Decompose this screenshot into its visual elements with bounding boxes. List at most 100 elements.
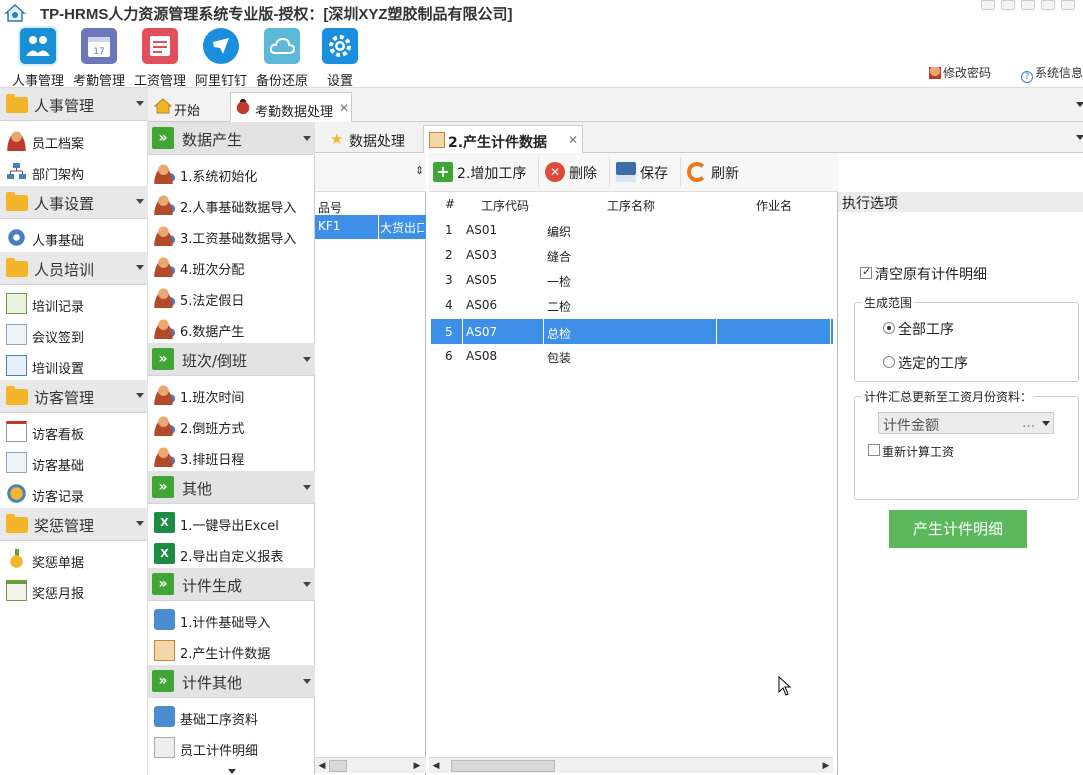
refresh-button[interactable]: 刷新 bbox=[683, 153, 749, 191]
sidebar-item-generate-piece-data[interactable]: 2.产生计件数据 bbox=[148, 635, 296, 666]
person-icon bbox=[154, 225, 175, 246]
sidebar-group-hr-settings[interactable]: 人事设置 bbox=[0, 186, 148, 219]
sidebar-item-rotation-mode[interactable]: 2.倒班方式 bbox=[148, 410, 296, 441]
tab-menu-icon[interactable] bbox=[1076, 135, 1083, 140]
sidebar-item-holidays[interactable]: 5.法定假日 bbox=[148, 282, 296, 313]
table-row-selected[interactable]: 5 AS07 总检 bbox=[431, 319, 833, 344]
table-row[interactable]: 4 AS06 二检 bbox=[431, 292, 833, 317]
person-icon bbox=[154, 446, 175, 467]
help-button[interactable] bbox=[1001, 0, 1015, 10]
sidebar-item-payroll-data-import[interactable]: 3.工资基础数据导入 bbox=[148, 220, 296, 251]
table-row[interactable]: 2 AS03 缝合 bbox=[431, 242, 833, 267]
scroll-thumb[interactable] bbox=[329, 760, 347, 772]
change-password-link[interactable]: 修改密码 bbox=[929, 64, 991, 81]
sidebar-item-visitor-basics[interactable]: 访客基础 bbox=[0, 447, 148, 478]
tab-home[interactable]: 开始 bbox=[150, 92, 230, 122]
close-icon[interactable]: ✕ bbox=[339, 101, 349, 115]
module-payroll[interactable]: 工资管理 bbox=[129, 26, 191, 89]
payroll-icon bbox=[142, 28, 178, 64]
module-backup[interactable]: 备份还原 bbox=[251, 26, 313, 89]
scroll-thumb[interactable] bbox=[451, 760, 555, 772]
sidebar-item-system-init[interactable]: 1.系统初始化 bbox=[148, 158, 296, 189]
sidebar-group-hr[interactable]: 人事管理 bbox=[0, 88, 148, 121]
mouse-cursor-icon bbox=[778, 675, 792, 696]
sidebar-item-shift-time[interactable]: 1.班次时间 bbox=[148, 379, 296, 410]
sidebar-item-employee-files[interactable]: 员工档案 bbox=[0, 125, 148, 156]
sidebar-group-training[interactable]: 人员培训 bbox=[0, 252, 148, 285]
sidebar-group-piece-generation[interactable]: » 计件生成 bbox=[148, 568, 315, 601]
tab-menu-icon[interactable] bbox=[1076, 102, 1083, 107]
person-icon bbox=[154, 415, 175, 436]
grid-hscrollbar[interactable]: ◀ ▶ bbox=[429, 757, 833, 773]
scroll-left-icon[interactable]: ◀ bbox=[429, 758, 443, 774]
gear-icon bbox=[6, 227, 27, 248]
person-icon bbox=[154, 256, 175, 277]
inner-tab-bar: ★ 数据处理 2.产生计件数据 ✕ bbox=[315, 122, 1083, 153]
module-dingtalk[interactable]: 阿里钉钉 bbox=[190, 26, 252, 89]
table-row[interactable]: 6 AS08 包装 bbox=[431, 343, 833, 368]
recalc-checkbox[interactable] bbox=[868, 444, 880, 456]
sidebar-group-other[interactable]: » 其他 bbox=[148, 471, 315, 504]
product-row[interactable]: KF1 大货出口 bbox=[315, 215, 426, 239]
grid-header: # 工序代码 工序名称 作业名 bbox=[429, 192, 838, 216]
product-hscrollbar[interactable]: ◀ ▶ bbox=[315, 757, 426, 773]
module-hr[interactable]: 人事管理 bbox=[7, 26, 69, 89]
table-row[interactable]: 3 AS05 一检 bbox=[431, 267, 833, 292]
sidebar-item-export-excel[interactable]: X 1.一键导出Excel bbox=[148, 507, 296, 538]
sidebar-group-piece-other[interactable]: » 计件其他 bbox=[148, 665, 315, 698]
scroll-down-icon[interactable] bbox=[228, 769, 236, 774]
sidebar-item-training-settings[interactable]: 培训设置 bbox=[0, 350, 148, 381]
summary-select[interactable]: 计件金额 ... bbox=[878, 412, 1054, 434]
sidebar-item-process-basics[interactable]: 基础工序资料 bbox=[148, 701, 296, 732]
chevron-down-icon bbox=[136, 393, 144, 398]
sidebar-item-hr-basics[interactable]: 人事基础 bbox=[0, 222, 148, 253]
range-selected-radio[interactable] bbox=[883, 356, 895, 368]
sidebar-item-reward-docs[interactable]: 奖惩单据 bbox=[0, 544, 148, 575]
close-icon[interactable]: ✕ bbox=[568, 133, 578, 147]
scroll-right-icon[interactable]: ▶ bbox=[410, 758, 424, 774]
clear-existing-checkbox[interactable] bbox=[860, 265, 872, 279]
sidebar-item-employee-piece-details[interactable]: 员工计件明细 bbox=[148, 732, 296, 763]
scroll-left-icon[interactable]: ◀ bbox=[315, 758, 329, 774]
menu-button[interactable] bbox=[1021, 0, 1035, 10]
sidebar-item-reward-monthly[interactable]: 奖惩月报 bbox=[0, 575, 148, 606]
module-settings[interactable]: 设置 bbox=[309, 26, 371, 89]
sidebar-item-hr-data-import[interactable]: 2.人事基础数据导入 bbox=[148, 189, 296, 220]
sidebar-item-visitor-records[interactable]: 访客记录 bbox=[0, 478, 148, 509]
scroll-right-icon[interactable]: ▶ bbox=[819, 758, 833, 774]
sidebar-group-visitors[interactable]: 访客管理 bbox=[0, 380, 148, 413]
sidebar-item-visitor-board[interactable]: 访客看板 bbox=[0, 416, 148, 447]
maximize-button[interactable] bbox=[1061, 0, 1075, 10]
double-chevron-icon: » bbox=[152, 573, 174, 595]
range-all-radio[interactable] bbox=[883, 322, 895, 334]
sidebar-item-piece-basic-import[interactable]: 1.计件基础导入 bbox=[148, 604, 296, 635]
delete-icon: ✕ bbox=[545, 162, 565, 182]
sidebar-item-shift-schedule[interactable]: 3.排班日程 bbox=[148, 441, 296, 472]
tab-attendance-processing[interactable]: 考勤数据处理 ✕ bbox=[230, 92, 352, 122]
sidebar-item-department[interactable]: 部门架构 bbox=[0, 156, 148, 187]
tab-data-processing[interactable]: ★ 数据处理 bbox=[325, 125, 425, 153]
save-button[interactable]: 保存 bbox=[612, 153, 678, 191]
sidebar-item-data-generation[interactable]: 6.数据产生 bbox=[148, 313, 296, 344]
sidebar-group-rewards[interactable]: 奖惩管理 bbox=[0, 508, 148, 541]
sidebar-group-data-generation[interactable]: » 数据产生 bbox=[148, 122, 315, 155]
chevron-down-icon bbox=[303, 582, 311, 587]
minimize-button[interactable] bbox=[1041, 0, 1055, 10]
delete-button[interactable]: ✕ 删除 bbox=[541, 153, 607, 191]
sidebar-item-meeting-signin[interactable]: 会议签到 bbox=[0, 319, 148, 350]
visitor-basics-icon bbox=[6, 452, 27, 473]
add-process-button[interactable]: + 2.增加工序 bbox=[429, 153, 537, 191]
sidebar-item-training-records[interactable]: 培训记录 bbox=[0, 288, 148, 319]
folder-icon bbox=[6, 258, 28, 277]
sidebar-item-shift-assignment[interactable]: 4.班次分配 bbox=[148, 251, 296, 282]
medal-icon bbox=[6, 549, 27, 570]
sidebar-group-shifts[interactable]: » 班次/倒班 bbox=[148, 343, 315, 376]
system-info-link[interactable]: ? 系统信息 bbox=[1021, 64, 1083, 83]
tab-generate-piece-data[interactable]: 2.产生计件数据 ✕ bbox=[423, 125, 583, 153]
sort-icon[interactable]: ⇕ bbox=[415, 164, 424, 177]
skin-button[interactable] bbox=[981, 0, 995, 10]
generate-piece-details-button[interactable]: 产生计件明细 bbox=[889, 510, 1027, 548]
table-row[interactable]: 1 AS01 编织 bbox=[431, 217, 833, 242]
sidebar-item-export-custom-report[interactable]: X 2.导出自定义报表 bbox=[148, 538, 296, 569]
module-attendance[interactable]: 17 考勤管理 bbox=[68, 26, 130, 89]
